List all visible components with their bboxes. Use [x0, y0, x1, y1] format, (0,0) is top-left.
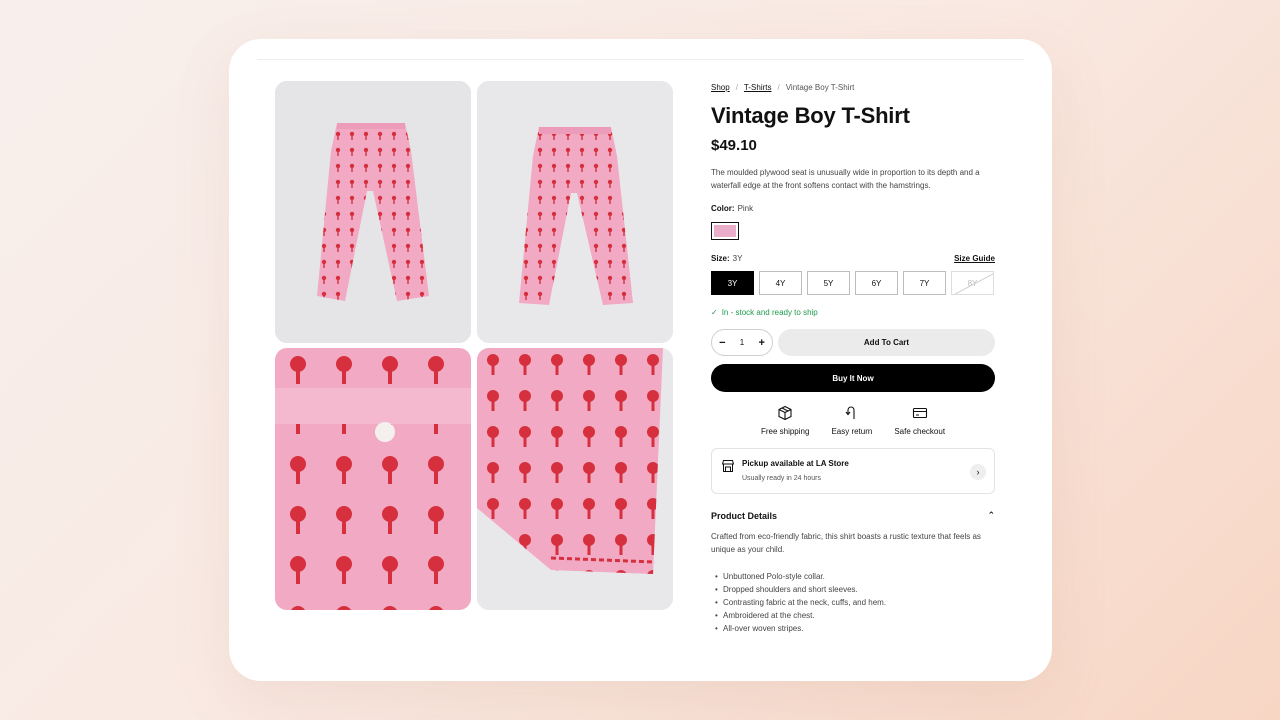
color-value: Pink	[737, 204, 754, 213]
box-icon	[778, 405, 792, 421]
size-option-4y[interactable]: 4Y	[759, 271, 802, 295]
pickup-subtitle: Usually ready in 24 hours	[742, 475, 821, 482]
breadcrumb-shop[interactable]: Shop	[711, 83, 730, 92]
color-swatch-pink[interactable]	[711, 222, 739, 240]
breadcrumb-separator: /	[735, 82, 738, 92]
product-details-toggle[interactable]: Product Details ⌃	[711, 510, 995, 521]
chevron-up-icon: ⌃	[987, 510, 995, 520]
check-icon: ✓	[711, 308, 718, 317]
perks-row: Free shipping Easy return Safe checkout	[711, 405, 995, 436]
product-description: The moulded plywood seat is unusually wi…	[711, 168, 980, 190]
breadcrumb-tshirts[interactable]: T-Shirts	[744, 83, 772, 92]
list-item: Ambroidered at the chest.	[711, 609, 995, 622]
size-label: Size: 3Y	[711, 254, 743, 263]
product-page-card: Shop / T-Shirts / Vintage Boy T-Shirt Vi…	[229, 39, 1052, 681]
color-label: Color: Pink	[711, 204, 754, 213]
quantity-value[interactable]: 1	[740, 338, 744, 347]
stock-status: ✓ In - stock and ready to ship	[711, 308, 995, 317]
size-label-row: Size: 3Y Size Guide	[711, 254, 995, 263]
stock-text: In - stock and ready to ship	[721, 308, 818, 317]
size-option-6y[interactable]: 6Y	[855, 271, 898, 295]
product-image-detail-hem[interactable]	[477, 348, 673, 610]
product-details-list: Unbuttoned Polo-style collar. Dropped sh…	[711, 570, 995, 635]
size-option-7y[interactable]: 7Y	[903, 271, 946, 295]
chevron-right-icon[interactable]: ›	[970, 464, 986, 480]
color-label-row: Color: Pink	[711, 204, 995, 213]
breadcrumb-separator: /	[777, 82, 780, 92]
quantity-plus-button[interactable]: +	[758, 337, 764, 349]
size-guide-link[interactable]: Size Guide	[954, 254, 995, 263]
product-details-heading: Product Details	[711, 510, 778, 521]
quantity-minus-button[interactable]: −	[719, 337, 725, 349]
list-item: Dropped shoulders and short sleeves.	[711, 583, 995, 596]
pickup-card[interactable]: Pickup available at LA Store Usually rea…	[711, 448, 995, 494]
size-value: 3Y	[732, 254, 743, 263]
product-title: Vintage Boy T-Shirt	[711, 103, 910, 128]
product-gallery	[275, 81, 673, 610]
perk-easy-return: Easy return	[831, 405, 872, 436]
breadcrumb: Shop / T-Shirts / Vintage Boy T-Shirt	[711, 79, 995, 95]
size-option-3y[interactable]: 3Y	[711, 271, 754, 295]
perk-label: Easy return	[831, 427, 873, 436]
list-item: Contrasting fabric at the neck, cuffs, a…	[711, 596, 995, 609]
quantity-stepper: − 1 +	[711, 329, 773, 356]
perk-label: Free shipping	[760, 427, 810, 436]
swatch-fill	[714, 225, 736, 237]
cart-row: − 1 + Add To Cart	[711, 329, 995, 356]
buy-now-button[interactable]: Buy It Now	[711, 364, 995, 392]
size-option-8y-unavailable: 8Y	[951, 271, 994, 295]
perk-label: Safe checkout	[894, 427, 946, 436]
add-to-cart-button[interactable]: Add To Cart	[778, 329, 995, 356]
product-image-back[interactable]	[477, 81, 673, 343]
size-option-5y[interactable]: 5Y	[807, 271, 850, 295]
list-item: All-over woven stripes.	[711, 622, 995, 635]
header-divider	[257, 59, 1024, 60]
card-icon	[912, 407, 927, 419]
size-options: 3Y 4Y 5Y 6Y 7Y 8Y	[711, 271, 995, 295]
product-info: Shop / T-Shirts / Vintage Boy T-Shirt Vi…	[711, 79, 995, 635]
return-icon	[845, 406, 855, 419]
product-details-text: Crafted from eco-friendly fabric, this s…	[711, 532, 981, 554]
perk-safe-checkout: Safe checkout	[894, 405, 945, 436]
product-image-detail-waist[interactable]	[275, 348, 471, 610]
breadcrumb-current: Vintage Boy T-Shirt	[785, 82, 855, 92]
list-item: Unbuttoned Polo-style collar.	[711, 570, 995, 583]
product-price: $49.10	[711, 137, 757, 154]
product-image-front[interactable]	[275, 81, 471, 343]
perk-free-shipping: Free shipping	[761, 405, 809, 436]
pickup-title: Pickup available at LA Store	[742, 459, 849, 468]
store-icon	[721, 460, 735, 472]
